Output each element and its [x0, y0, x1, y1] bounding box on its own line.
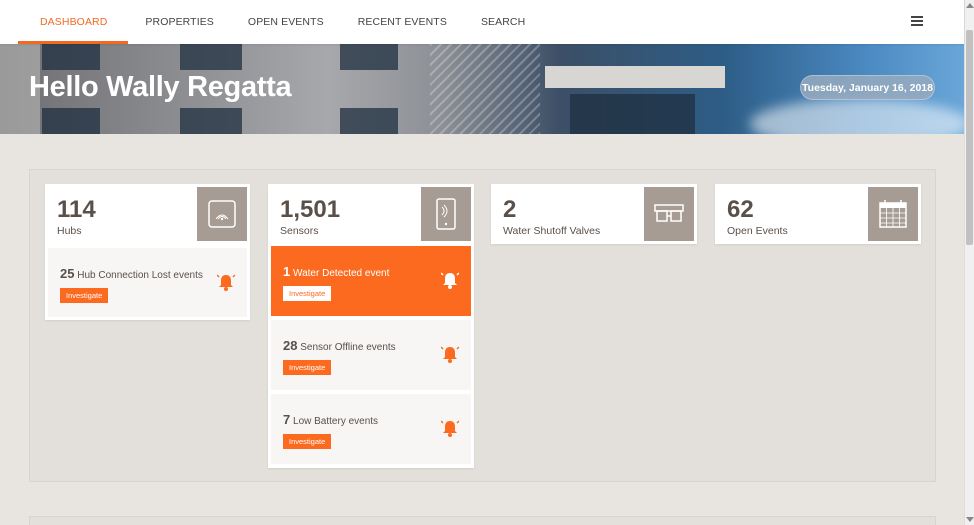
hubs-label: Hubs	[57, 225, 82, 237]
sensor-icon	[421, 187, 471, 241]
hero-banner: Hello Wally Regatta Tuesday, January 16,…	[0, 44, 964, 134]
scroll-up-arrow-icon[interactable]	[966, 3, 974, 8]
sensors-card[interactable]: 1,501 Sensors 1 Water Detected event Inv…	[268, 184, 474, 468]
tab-recent-events[interactable]: RECENT EVENTS	[341, 0, 464, 44]
open-events-count: 62	[727, 196, 754, 223]
tab-open-events[interactable]: OPEN EVENTS	[231, 0, 341, 44]
water-event-text: 1 Water Detected event	[283, 264, 390, 279]
valve-icon	[644, 187, 694, 241]
tab-search[interactable]: SEARCH	[464, 0, 542, 44]
water-detected-event: 1 Water Detected event Investigate	[271, 246, 471, 316]
open-events-card[interactable]: 62 Open Events	[715, 184, 921, 244]
hub-icon	[197, 187, 247, 241]
low-battery-event: 7 Low Battery events Investigate	[271, 394, 471, 464]
battery-event-text: 7 Low Battery events	[283, 412, 379, 427]
valves-label: Water Shutoff Valves	[503, 225, 601, 237]
greeting-title: Hello Wally Regatta	[29, 71, 292, 103]
alarm-bell-icon	[441, 346, 459, 363]
valves-card[interactable]: 2 Water Shutoff Valves	[491, 184, 697, 244]
alarm-bell-icon	[441, 420, 459, 437]
page-scrollbar[interactable]	[964, 0, 974, 525]
scroll-down-arrow-icon[interactable]	[966, 517, 974, 522]
hubs-count: 114	[57, 196, 96, 223]
investigate-water-button[interactable]: Investigate	[283, 286, 332, 301]
hub-lost-event-text: 25 Hub Connection Lost events	[60, 266, 203, 281]
top-nav: DASHBOARD PROPERTIES OPEN EVENTS RECENT …	[0, 0, 964, 44]
tab-dashboard[interactable]: DASHBOARD	[0, 0, 129, 44]
alarm-bell-icon	[441, 272, 459, 289]
tab-properties[interactable]: PROPERTIES	[128, 0, 231, 44]
secondary-panel	[29, 516, 936, 525]
date-badge: Tuesday, January 16, 2018	[800, 75, 935, 100]
hamburger-menu-icon[interactable]	[911, 16, 923, 26]
valves-count: 2	[503, 196, 517, 223]
hub-lost-event: 25 Hub Connection Lost events Investigat…	[48, 248, 247, 317]
investigate-offline-button[interactable]: Investigate	[283, 360, 332, 375]
calendar-icon	[868, 187, 918, 241]
sensors-count: 1,501	[280, 196, 341, 223]
alarm-bell-icon	[217, 274, 235, 291]
sensor-offline-event: 28 Sensor Offline events Investigate	[271, 320, 471, 390]
scroll-thumb[interactable]	[966, 30, 973, 245]
investigate-hub-lost-button[interactable]: Investigate	[60, 288, 109, 303]
open-events-label: Open Events	[727, 225, 788, 237]
investigate-battery-button[interactable]: Investigate	[283, 434, 332, 449]
sensors-label: Sensors	[280, 225, 319, 237]
hubs-card[interactable]: 114 Hubs 25 Hub Connection Lost events I…	[45, 184, 250, 320]
offline-event-text: 28 Sensor Offline events	[283, 338, 396, 353]
summary-panel: 114 Hubs 25 Hub Connection Lost events I…	[29, 169, 936, 482]
